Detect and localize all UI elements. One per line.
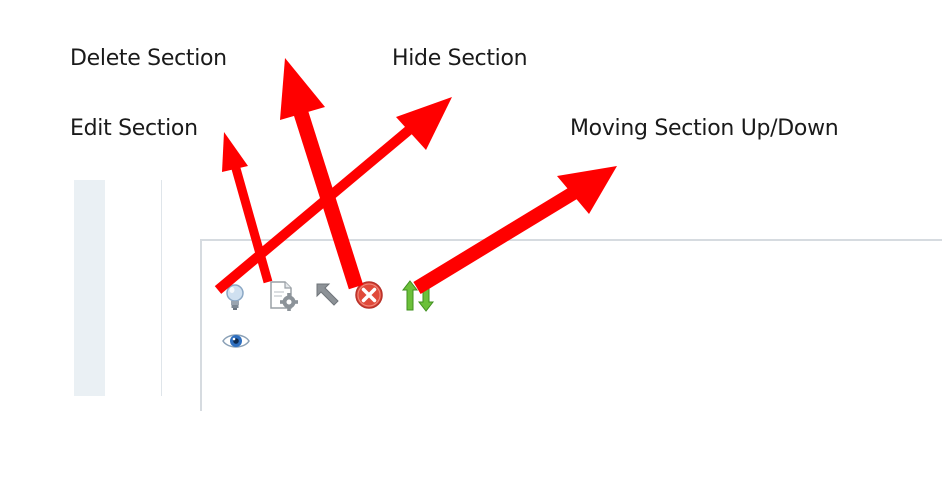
edit-section-label: Edit Section [70,116,198,141]
move-arrow-icon[interactable] [314,281,342,309]
sidebar-divider [161,180,162,396]
delete-icon[interactable] [353,279,385,311]
move-section-label: Moving Section Up/Down [570,116,839,141]
section-panel [200,239,942,411]
sidebar-strip [74,180,105,396]
hide-section-label: Hide Section [392,46,528,71]
lightbulb-icon[interactable] [222,282,248,312]
up-down-arrows-icon[interactable] [401,279,437,313]
delete-section-label: Delete Section [70,46,227,71]
eye-icon[interactable] [221,330,251,352]
page-settings-icon[interactable] [268,280,300,312]
